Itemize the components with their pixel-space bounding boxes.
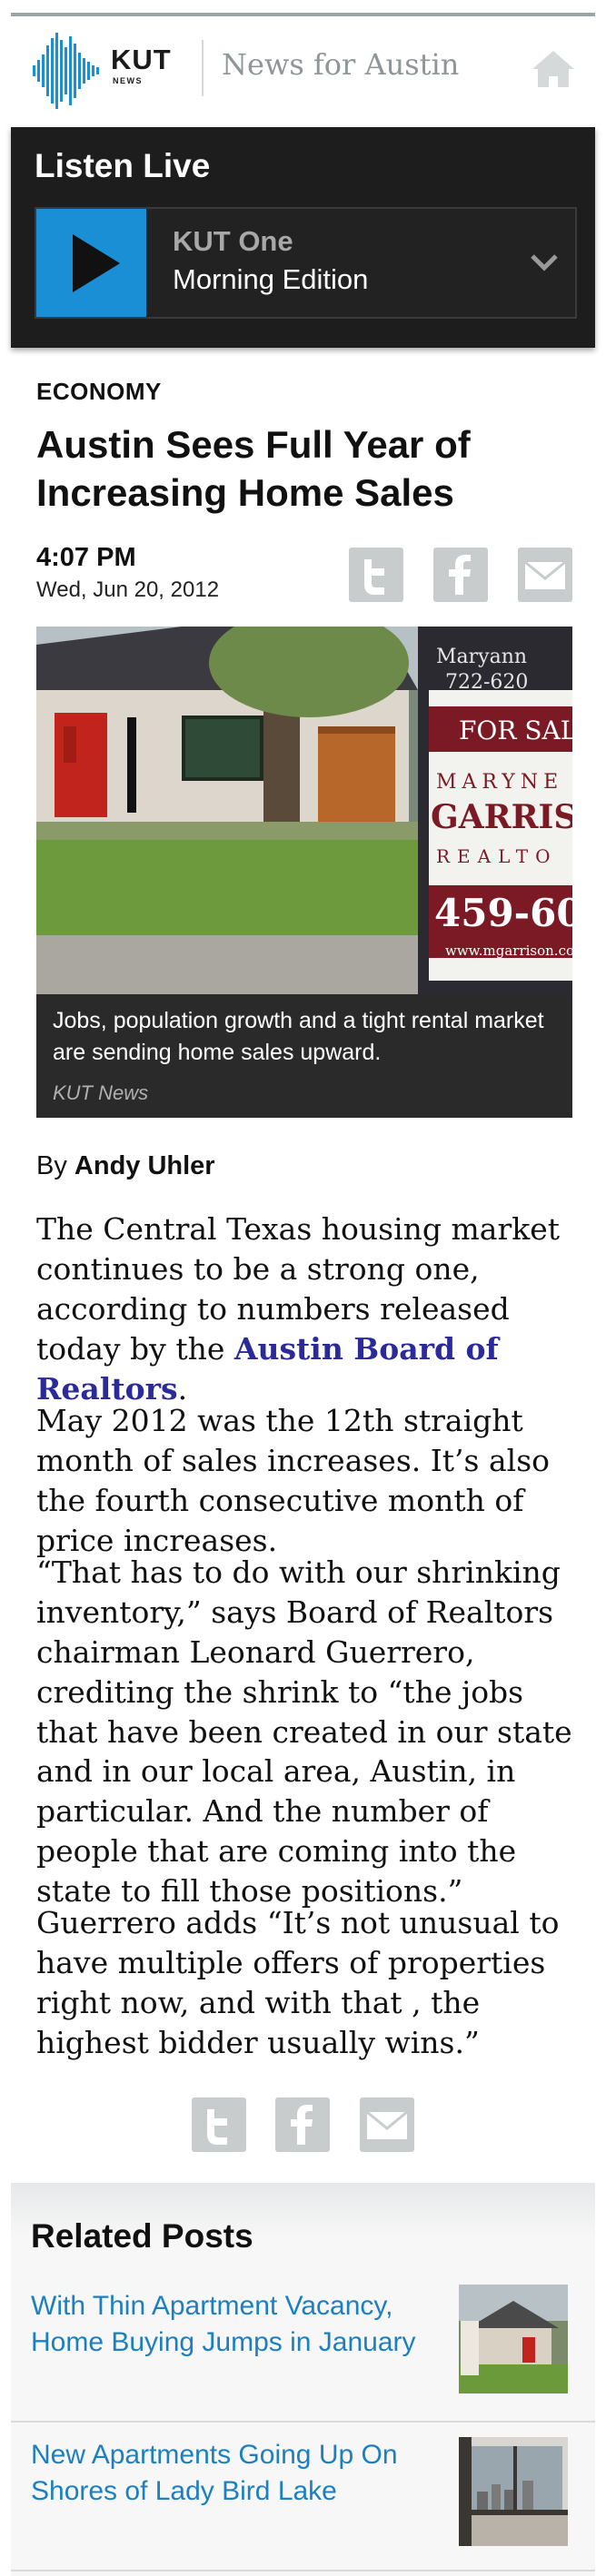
kut-logo-wave-icon[interactable] [33, 33, 107, 109]
related-post-thumbnail[interactable] [459, 2437, 568, 2546]
publish-date: Wed, Jun 20, 2012 [36, 577, 220, 602]
svg-text:REALTO: REALTO [436, 845, 558, 867]
svg-text:Maryann: Maryann [436, 646, 527, 668]
publish-time: 4:07 PM [36, 543, 136, 572]
email-icon [524, 560, 566, 589]
paragraph-2: May 2012 was the 12th straight month of … [36, 1403, 550, 1558]
article-photo[interactable]: Maryann 722-620 FOR SALE MARYNE GARRISO … [36, 627, 572, 994]
home-icon[interactable] [531, 49, 576, 89]
bottom-share-facebook-button[interactable] [275, 2097, 330, 2152]
listen-live-panel: Listen Live KUT One Morning Edition [11, 127, 595, 348]
listen-live-title: Listen Live [35, 147, 211, 184]
email-icon [366, 2110, 408, 2139]
photo-caption: Jobs, population growth and a tight rent… [53, 1008, 544, 1065]
related-post-item[interactable]: New Apartments Going Up On Shores of Lad… [11, 2423, 595, 2568]
svg-text:GARRISO: GARRISO [431, 798, 572, 836]
byline: By Andy Uhler [36, 1151, 215, 1181]
station-name: KUT One [173, 225, 293, 257]
svg-text:MARYNE: MARYNE [436, 771, 563, 794]
share-twitter-button[interactable] [349, 548, 403, 602]
house-for-sale-photo: Maryann 722-620 FOR SALE MARYNE GARRISO … [36, 627, 572, 994]
svg-text:www.mgarrison.com: www.mgarrison.com [445, 943, 572, 959]
svg-text:722-620: 722-620 [445, 671, 528, 694]
related-post-link[interactable]: New Apartments Going Up On Shores of Lad… [31, 2437, 431, 2510]
related-divider [11, 2570, 595, 2571]
related-post-thumbnail[interactable] [459, 2285, 568, 2393]
logo-text[interactable]: KUT [111, 44, 172, 76]
twitter-icon [364, 559, 384, 595]
share-facebook-button[interactable] [433, 548, 488, 602]
program-name: Morning Edition [173, 263, 369, 295]
photo-caption-box: Jobs, population growth and a tight rent… [36, 994, 572, 1118]
twitter-icon [207, 2109, 227, 2145]
photo-credit: KUT News [53, 1081, 149, 1104]
site-header: KUT NEWS News for Austin [0, 16, 606, 116]
author-name[interactable]: Andy Uhler [75, 1151, 215, 1180]
bottom-share-email-button[interactable] [360, 2097, 414, 2152]
play-icon [73, 234, 120, 292]
svg-text:FOR SALE: FOR SALE [459, 716, 572, 745]
paragraph-4: Guerrero adds “It’s not unusual to have … [36, 1905, 560, 2060]
chevron-down-icon[interactable] [529, 249, 560, 276]
play-button[interactable] [36, 209, 146, 317]
byline-prefix: By [36, 1151, 67, 1180]
header-divider [202, 40, 204, 96]
related-posts-title: Related Posts [31, 2217, 253, 2255]
logo-subtext: NEWS [113, 76, 143, 85]
section-label[interactable]: ECONOMY [36, 378, 162, 406]
paragraph-3: “That has to do with our shrinking inven… [36, 1554, 572, 1909]
apartment-thumbnail-image [459, 2437, 568, 2546]
related-post-item[interactable]: With Thin Apartment Vacancy, Home Buying… [11, 2274, 595, 2419]
paragraph-1: The Central Texas housing market continu… [36, 1209, 581, 1408]
svg-text:459-606: 459-606 [434, 891, 572, 935]
related-post-link[interactable]: With Thin Apartment Vacancy, Home Buying… [31, 2288, 431, 2361]
facebook-icon [291, 2105, 313, 2145]
house-thumbnail-image [459, 2285, 568, 2393]
bottom-share-twitter-button[interactable] [192, 2097, 246, 2152]
related-posts-panel: Related Posts With Thin Apartment Vacanc… [11, 2183, 595, 2576]
facebook-icon [449, 555, 471, 595]
stream-player[interactable]: KUT One Morning Edition [35, 207, 577, 319]
site-tagline: News for Austin [222, 47, 460, 82]
share-email-button[interactable] [518, 548, 572, 602]
article-headline: Austin Sees Full Year of Increasing Home… [36, 423, 471, 514]
